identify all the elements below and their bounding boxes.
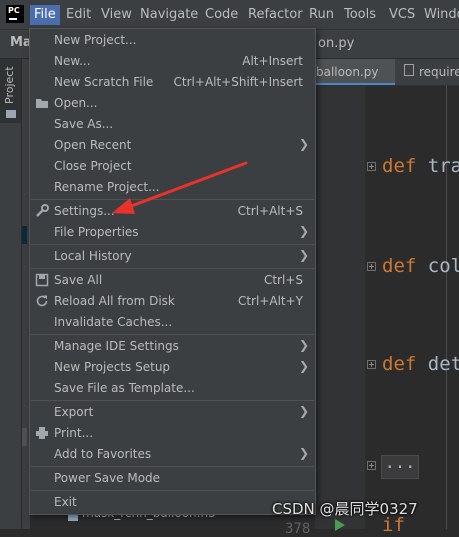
annotation-arrow-icon [112, 161, 248, 214]
watermark: CSDN @晨同学0327 [272, 500, 418, 518]
